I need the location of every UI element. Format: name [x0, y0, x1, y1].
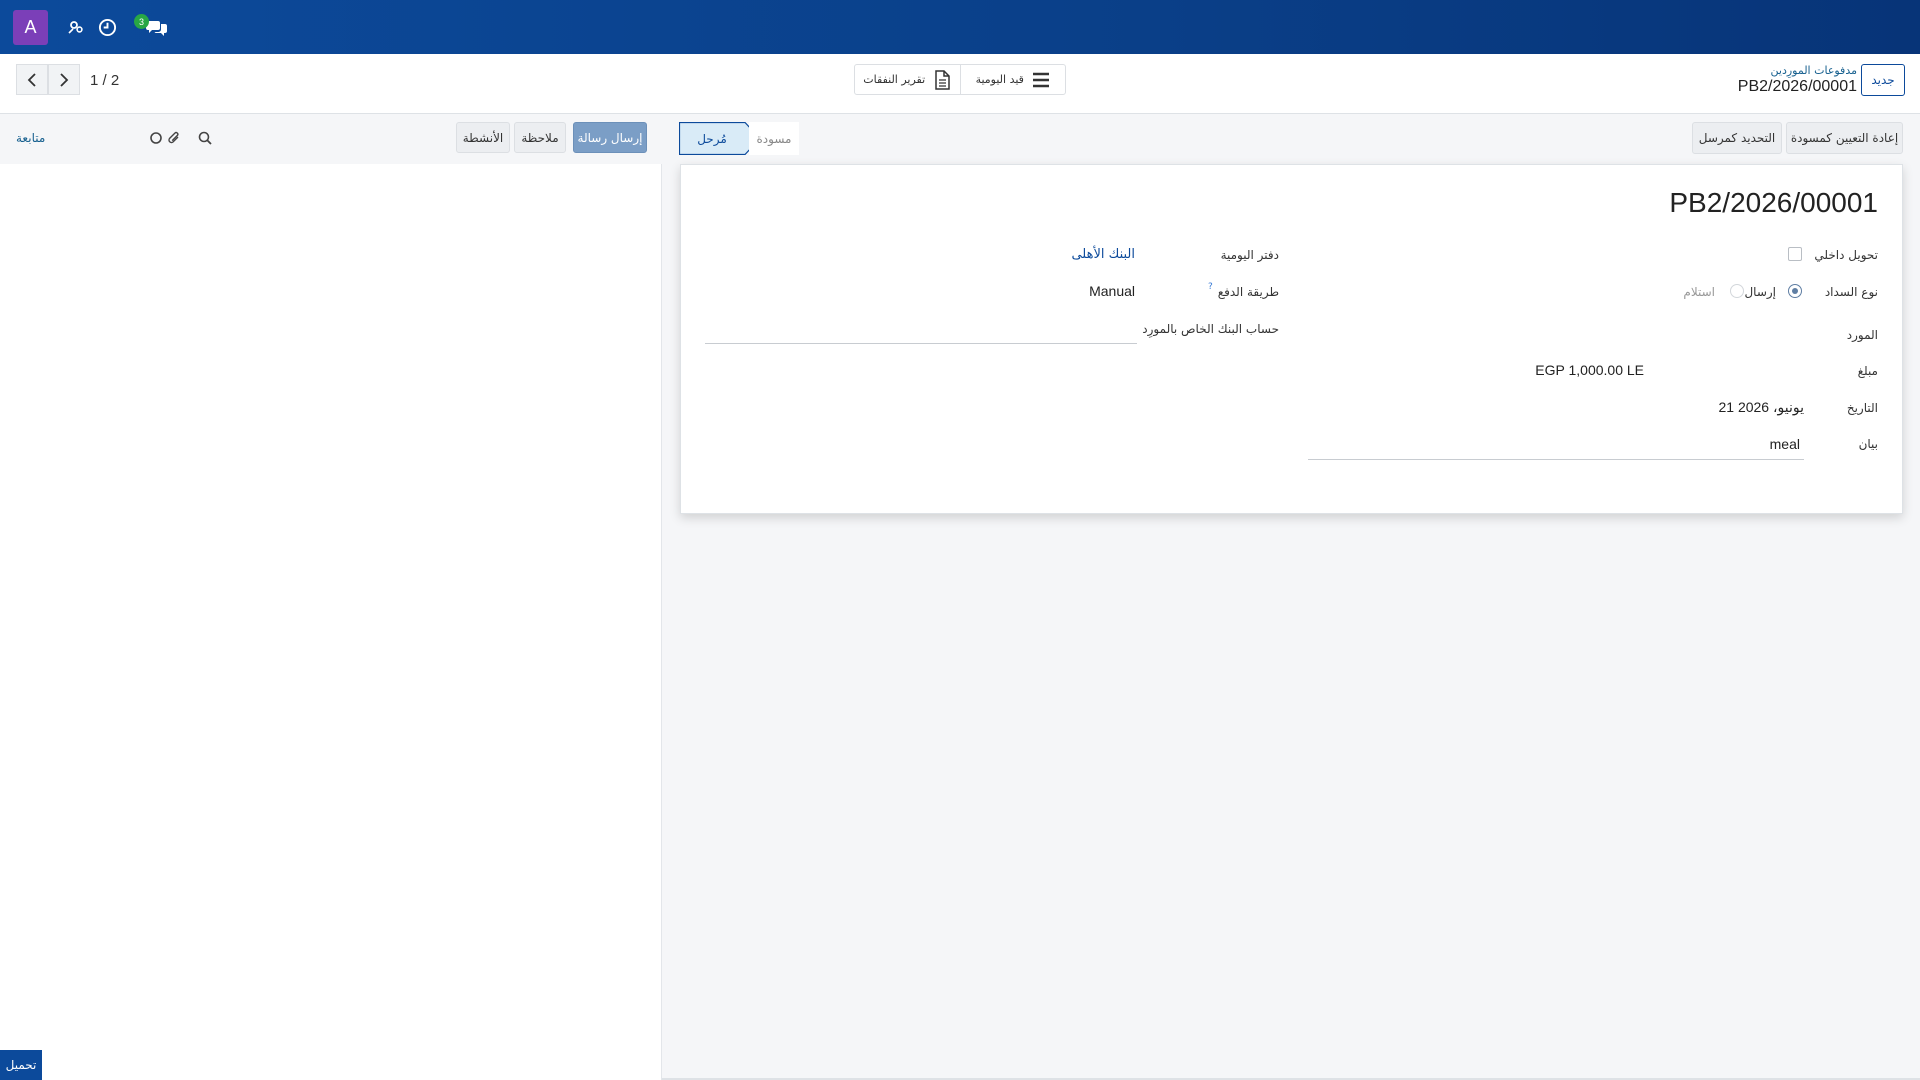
- stage-draft[interactable]: مسودة: [749, 122, 799, 155]
- users-gear-icon[interactable]: [65, 16, 87, 38]
- user-avatar[interactable]: A: [13, 10, 48, 45]
- search-icon[interactable]: [197, 130, 213, 146]
- amount-label: مبلغ: [1857, 364, 1878, 378]
- clock-icon[interactable]: [96, 16, 118, 38]
- payment-type-receive-label: استلام: [1683, 285, 1715, 299]
- form-sheet: PB2/2026/00001 تحويل داخلي نوع السداد إر…: [680, 164, 1903, 514]
- control-panel: 1 / 2 تقرير النفقات قيد اليومية مدفوعات …: [0, 54, 1920, 114]
- memo-field-underline: [1308, 459, 1804, 460]
- new-button[interactable]: جديد: [1861, 64, 1905, 96]
- journal-label: دفتر اليومية: [1220, 248, 1279, 262]
- reset-to-draft-button[interactable]: إعادة التعيين كمسودة: [1786, 122, 1903, 154]
- record-name: PB2/2026/00001: [1669, 187, 1878, 218]
- circle-icon[interactable]: [148, 130, 164, 146]
- chat-count-badge: 3: [134, 14, 149, 29]
- expense-report-label: تقرير النفقات: [863, 73, 926, 86]
- journal-entry-label: قيد اليومية: [975, 73, 1024, 86]
- follow-link[interactable]: متابعة: [16, 131, 45, 145]
- payment-method-label: طريقة الدفع: [1217, 285, 1279, 299]
- memo-value[interactable]: meal: [1770, 436, 1800, 452]
- stage-statusbar: مُرحل مسودة: [679, 122, 799, 155]
- internal-transfer-label: تحويل داخلي: [1814, 248, 1878, 262]
- stage-posted[interactable]: مُرحل: [679, 122, 745, 155]
- upload-button[interactable]: تحميل: [0, 1050, 42, 1080]
- pager-next-button[interactable]: [48, 64, 80, 95]
- activities-button[interactable]: الأنشطة: [456, 122, 510, 153]
- date-value[interactable]: 21 يونيو، 2026: [1718, 399, 1804, 416]
- send-message-button[interactable]: إرسال رسالة: [573, 122, 647, 153]
- payment-type-send-radio[interactable]: [1788, 284, 1802, 298]
- amount-value[interactable]: EGP 1,000.00 LE: [1535, 362, 1644, 378]
- expense-report-button[interactable]: تقرير النفقات: [855, 65, 960, 94]
- chevron-left-icon: [27, 72, 36, 87]
- paperclip-icon[interactable]: [166, 130, 182, 146]
- journal-entry-button[interactable]: قيد اليومية: [959, 65, 1066, 94]
- internal-transfer-checkbox[interactable]: [1788, 247, 1802, 261]
- vendor-bank-account-label: حساب البنك الخاص بالمورِد: [1142, 322, 1279, 336]
- log-note-button[interactable]: ملاحظة: [514, 122, 566, 153]
- payment-type-send-label: إرسال: [1744, 285, 1776, 299]
- payment-type-label: نوع السداد: [1824, 285, 1878, 299]
- breadcrumb-parent-link[interactable]: مدفوعات المورِدين: [1771, 64, 1857, 77]
- memo-label: بيان: [1858, 437, 1878, 451]
- list-icon: [1032, 72, 1049, 87]
- avatar-letter: A: [24, 17, 37, 37]
- vendor-bank-account-underline[interactable]: [705, 343, 1137, 344]
- document-icon: [935, 69, 950, 90]
- pager-previous-button[interactable]: [16, 64, 48, 95]
- journal-value[interactable]: البنك الأهلى: [1071, 247, 1135, 262]
- mark-as-sent-button[interactable]: التحديد كمرسل: [1692, 122, 1782, 154]
- payment-type-receive-radio[interactable]: [1730, 284, 1744, 298]
- chatter-pane: الأنشطة ملاحظة إرسال رسالة متابعة: [0, 114, 662, 1080]
- help-icon[interactable]: ?: [1208, 282, 1213, 292]
- breadcrumb-current: PB2/2026/00001: [1737, 78, 1857, 95]
- chevron-right-icon: [60, 72, 69, 87]
- payment-method-value[interactable]: Manual: [1089, 283, 1135, 299]
- chatter-topbar: الأنشطة ملاحظة إرسال رسالة متابعة: [0, 114, 662, 164]
- pager-value[interactable]: 1 / 2: [90, 72, 119, 89]
- smart-buttons: تقرير النفقات قيد اليومية: [854, 64, 1066, 95]
- vendor-label: المورد: [1846, 328, 1878, 342]
- date-label: التاريخ: [1846, 401, 1878, 415]
- top-navbar: A 3: [0, 0, 1920, 54]
